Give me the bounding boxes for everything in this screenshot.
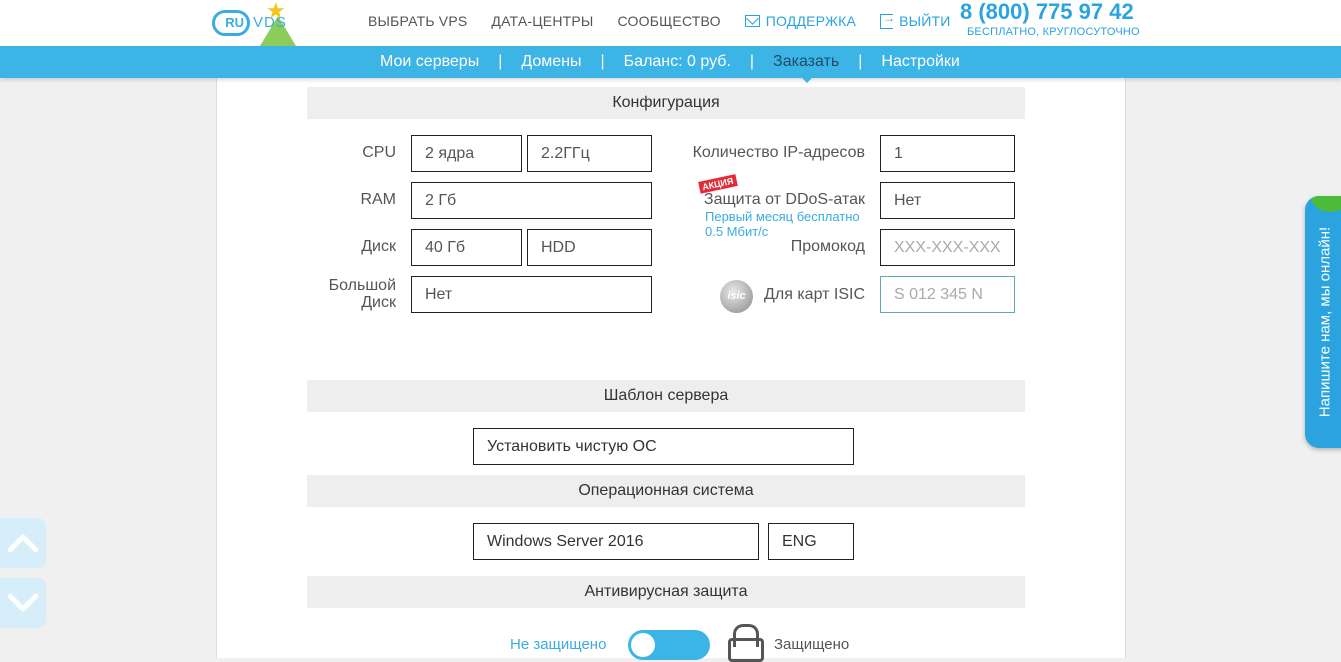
scroll-down-button[interactable]: [0, 578, 46, 628]
exit-icon: [880, 11, 895, 29]
disk-type-select[interactable]: HDD: [527, 229, 652, 266]
subnav-domains[interactable]: Домены: [521, 53, 581, 71]
subnav-balance[interactable]: Баланс: 0 руб.: [624, 53, 731, 71]
cpu-freq-select[interactable]: 2.2ГГц: [527, 135, 652, 172]
logo[interactable]: RU VDS ★: [212, 0, 296, 46]
os-select[interactable]: Windows Server 2016: [473, 523, 759, 560]
ddos-select[interactable]: Нет: [880, 182, 1015, 219]
section-antivirus-title: Антивирусная защита: [307, 576, 1025, 608]
isic-label: Для карт ISIC: [764, 286, 865, 303]
chevron-down-icon: [7, 593, 39, 612]
template-select[interactable]: Установить чистую ОС: [473, 428, 854, 465]
logo-ru: RU: [225, 15, 244, 30]
ram-select[interactable]: 2 Гб: [411, 182, 652, 219]
ip-count-select[interactable]: 1: [880, 135, 1015, 172]
phone-number[interactable]: 8 (800) 775 97 42: [960, 0, 1134, 25]
mail-icon: [744, 15, 760, 27]
nav-logout[interactable]: ВЫЙТИ: [880, 11, 951, 29]
chat-tab[interactable]: Напишите нам, мы онлайн!: [1305, 196, 1341, 448]
subnav-order[interactable]: Заказать: [773, 53, 839, 83]
nav-support-label: ПОДДЕРЖКА: [765, 13, 857, 29]
ddos-note: Первый месяц бесплатно 0.5 Мбит/с: [705, 209, 860, 239]
top-header: RU VDS ★ ВЫБРАТЬ VPS ДАТА-ЦЕНТРЫ СООБЩЕС…: [0, 0, 1341, 46]
chat-tab-label: Напишите нам, мы онлайн!: [1316, 226, 1334, 418]
ddos-note-line2: 0.5 Мбит/с: [705, 224, 769, 239]
ddos-note-line1: Первый месяц бесплатно: [705, 209, 860, 224]
cpu-label: CPU: [362, 144, 396, 161]
subnav-separator: |: [498, 53, 503, 70]
antivirus-off-label[interactable]: Не защищено: [510, 636, 606, 653]
nav-choose-vps[interactable]: ВЫБРАТЬ VPS: [368, 13, 467, 29]
bigdisk-select[interactable]: Нет: [411, 276, 652, 313]
antivirus-toggle[interactable]: [628, 630, 710, 660]
sub-nav: Мои серверы | Домены | Баланс: 0 руб. | …: [0, 46, 1341, 83]
ddos-label: Защита от DDoS-атак: [703, 191, 865, 208]
os-lang-select[interactable]: ENG: [768, 523, 854, 560]
bigdisk-label-line1: Большой: [328, 277, 396, 294]
disk-size-select[interactable]: 40 Гб: [411, 229, 522, 266]
nav-logout-label: ВЫЙТИ: [899, 13, 951, 29]
antivirus-on-label[interactable]: Защищено: [774, 636, 849, 653]
star-icon: ★: [266, 0, 286, 23]
disk-label: Диск: [361, 238, 396, 255]
subnav-settings[interactable]: Настройки: [881, 53, 959, 71]
cpu-cores-select[interactable]: 2 ядра: [411, 135, 522, 172]
chevron-up-icon: [7, 534, 39, 553]
subnav-separator: |: [858, 53, 863, 70]
promo-label: Промокод: [790, 238, 865, 255]
bigdisk-label-line2: Диск: [361, 294, 396, 311]
lock-icon: [726, 624, 764, 662]
cloud-logo-icon: RU: [212, 10, 250, 36]
scroll-up-button[interactable]: [0, 518, 46, 568]
phone-note: БЕСПЛАТНО, КРУГЛОСУТОЧНО: [967, 26, 1140, 38]
nav-datacenters[interactable]: ДАТА-ЦЕНТРЫ: [491, 13, 593, 29]
bigdisk-label: Большой Диск: [316, 277, 396, 311]
top-nav: ВЫБРАТЬ VPS ДАТА-ЦЕНТРЫ СООБЩЕСТВО ПОДДЕ…: [368, 11, 975, 30]
subnav-separator: |: [749, 53, 755, 70]
section-template-title: Шаблон сервера: [307, 380, 1025, 412]
isic-icon: isic: [720, 280, 753, 313]
nav-community[interactable]: СООБЩЕСТВО: [618, 13, 721, 29]
subnav-my-servers[interactable]: Мои серверы: [380, 53, 479, 71]
section-config-title: Конфигурация: [307, 87, 1025, 119]
ram-label: RAM: [360, 191, 396, 208]
nav-support[interactable]: ПОДДЕРЖКА: [744, 13, 857, 29]
ip-count-label: Количество IP-адресов: [692, 144, 865, 161]
subnav-separator: |: [600, 53, 605, 70]
isic-input[interactable]: S 012 345 N: [880, 276, 1015, 313]
section-os-title: Операционная система: [307, 475, 1025, 507]
promo-input[interactable]: XXX-XXX-XXX: [880, 229, 1015, 266]
